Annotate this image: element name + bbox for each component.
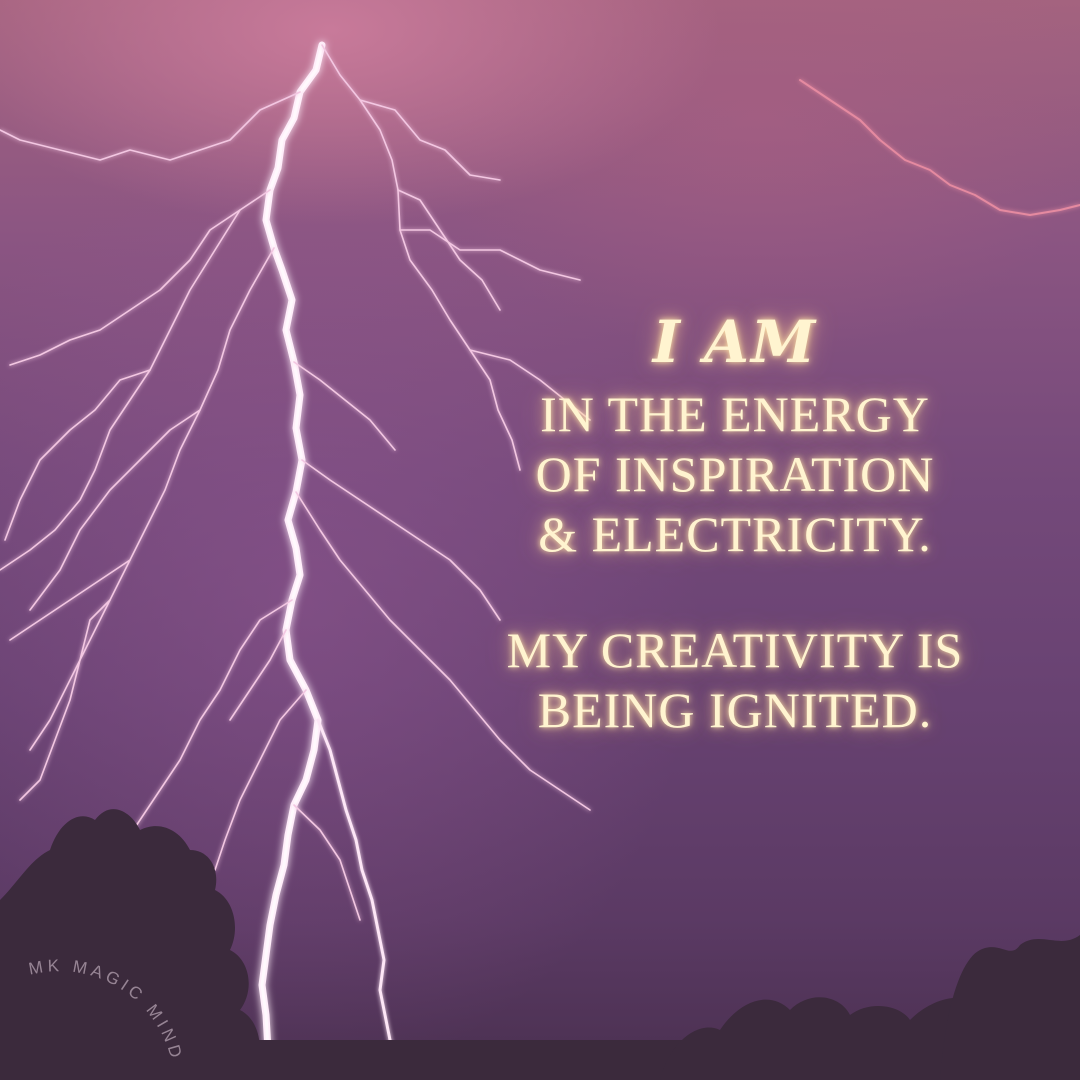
affirmation-line: IN THE ENERGY [540,386,930,442]
affirmation-line: MY CREATIVITY IS [506,622,964,678]
watermark-text: MK MAGIC MINDSET [0,0,187,1063]
affirmation-line: BEING IGNITED. [537,682,933,738]
affirmation-line: & ELECTRICITY. [538,506,932,562]
affirmation-headline: I AM [652,308,818,376]
affirmation-text-block: I AM IN THE ENERGY OF INSPIRATION & ELEC… [440,300,1030,740]
affirmation-line: OF INSPIRATION [535,446,935,502]
affirmation-image: MK MAGIC MINDSET I AM IN THE ENERGY OF I… [0,0,1080,1080]
